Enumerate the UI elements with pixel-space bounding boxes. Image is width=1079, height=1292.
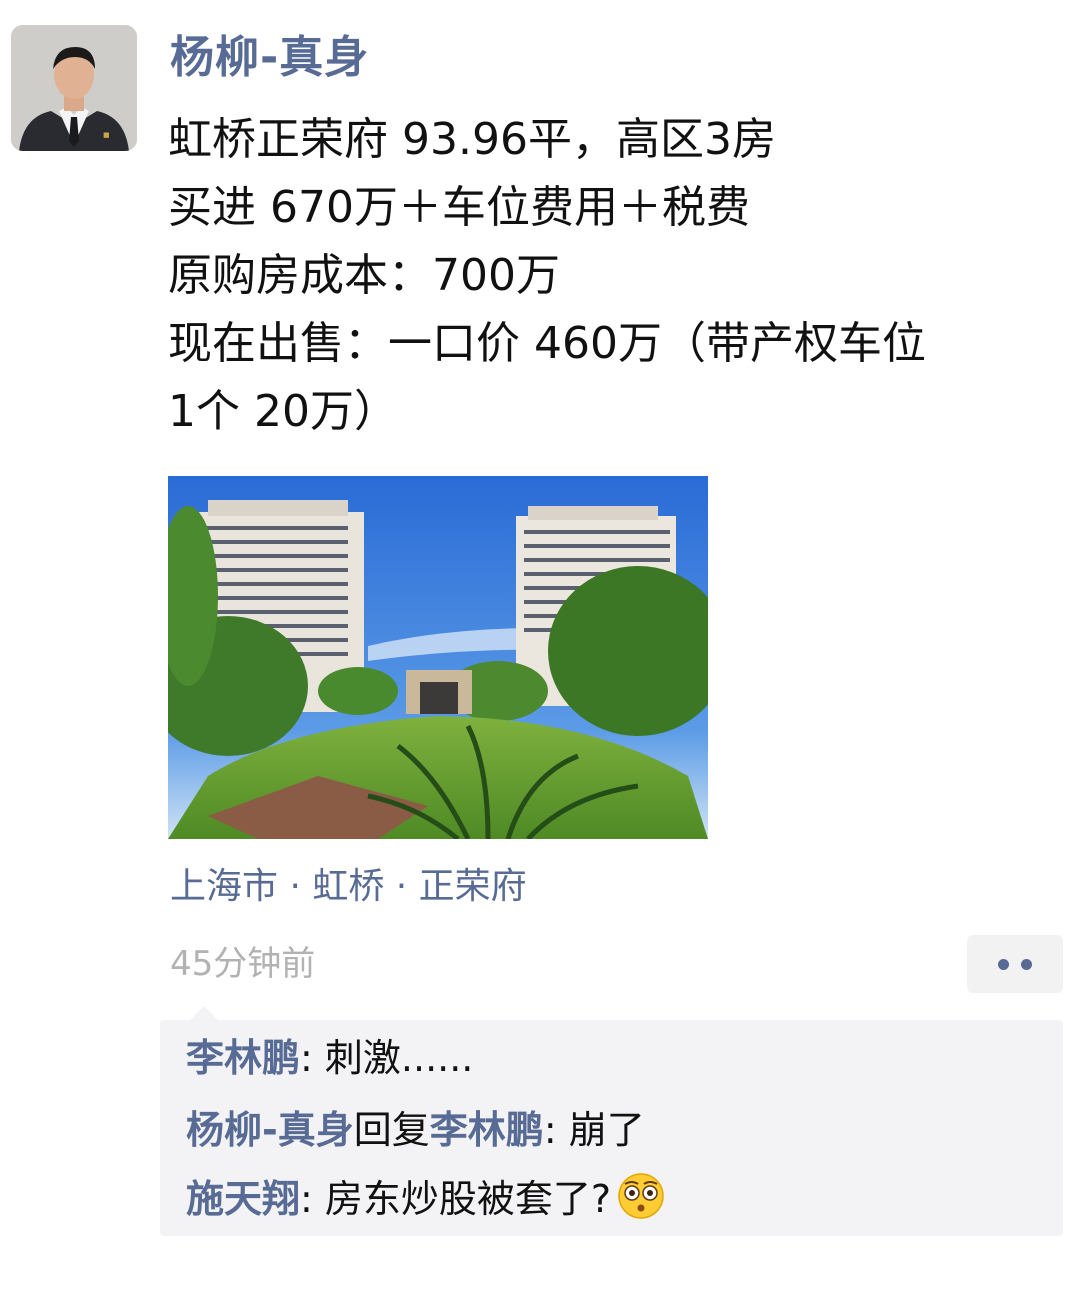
flushed-face-emoji-icon	[618, 1173, 664, 1219]
post-line: 虹桥正荣府 93.96平，高区3房	[168, 114, 776, 165]
svg-text:■: ■	[103, 131, 110, 139]
two-dots-icon	[1021, 958, 1032, 970]
post-line: 原购房成本：700万	[168, 250, 560, 301]
post-line: 现在出售：一口价 460万（带产权车位	[168, 318, 926, 369]
comment-text: 崩了	[568, 1108, 645, 1152]
post-timestamp: 45分钟前	[170, 944, 316, 984]
post-photo[interactable]	[168, 476, 708, 839]
comment-separator: :	[300, 1177, 325, 1221]
post-location-link[interactable]: 上海市 · 虹桥 · 正荣府	[170, 862, 527, 912]
author-name[interactable]: 杨柳-真身	[170, 28, 369, 88]
comment-item[interactable]: 施天翔: 房东炒股被套了?	[186, 1172, 665, 1226]
post-body: 虹桥正荣府 93.96平，高区3房 买进 670万＋车位费用＋税费 原购房成本：…	[168, 106, 1068, 446]
comment-separator: :	[543, 1108, 569, 1152]
comment-author[interactable]: 李林鹏	[186, 1036, 300, 1080]
post-line: 1个 20万）	[168, 386, 398, 437]
comment-text: 房东炒股被套了?	[324, 1177, 612, 1221]
comment-item[interactable]: 杨柳-真身回复李林鹏: 崩了	[186, 1103, 645, 1157]
comment-item[interactable]: 李林鹏: 刺激......	[186, 1031, 473, 1085]
comment-author[interactable]: 杨柳-真身	[186, 1108, 354, 1152]
residential-courtyard-photo	[168, 476, 708, 839]
comments-caret	[190, 1006, 218, 1020]
post-line: 买进 670万＋车位费用＋税费	[168, 182, 750, 233]
comment-author[interactable]: 施天翔	[186, 1177, 300, 1221]
two-dots-icon	[998, 958, 1009, 970]
avatar-image: ■	[11, 25, 137, 151]
comment-text: 刺激......	[324, 1036, 474, 1080]
author-avatar[interactable]: ■	[11, 25, 137, 151]
comment-separator: :	[300, 1036, 325, 1080]
more-actions-button[interactable]	[967, 935, 1063, 993]
reply-word: 回复	[353, 1108, 430, 1152]
reply-target[interactable]: 李林鹏	[430, 1108, 544, 1152]
